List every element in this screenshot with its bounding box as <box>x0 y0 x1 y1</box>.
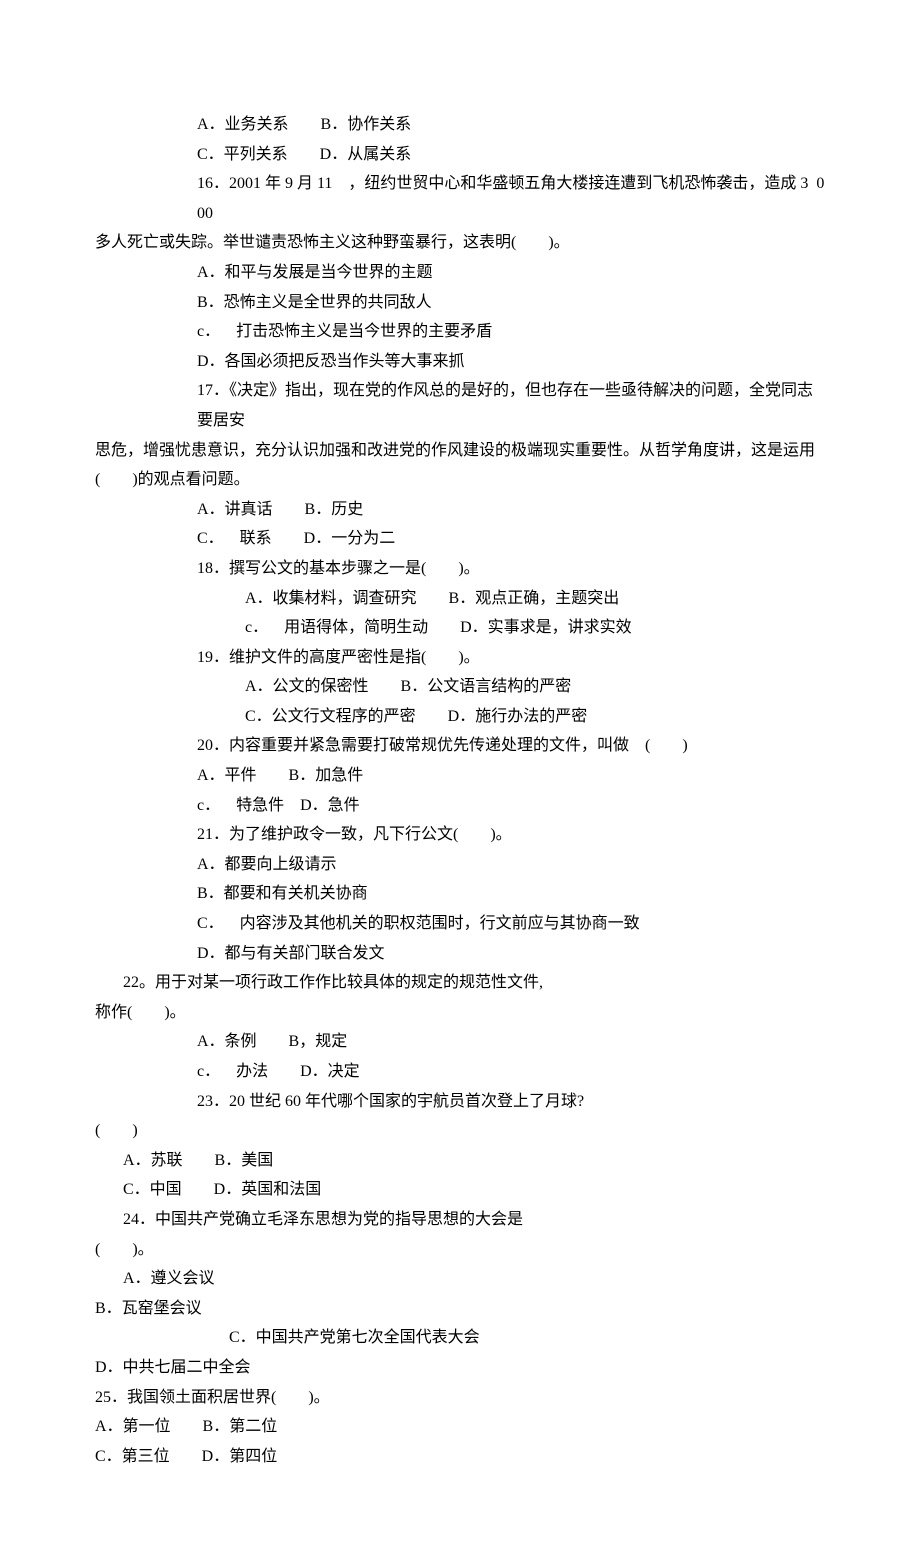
text-line: c． 特急件 D．急件 <box>95 791 825 821</box>
text-line: 23．20 世纪 60 年代哪个国家的宇航员首次登上了月球? <box>95 1087 825 1117</box>
text-line: ( )的观点看问题。 <box>95 465 825 495</box>
text-line: 24．中国共产党确立毛泽东思想为党的指导思想的大会是 <box>95 1205 825 1235</box>
text-line: D．都与有关部门联合发文 <box>95 939 825 969</box>
text-line: A．条例 B，规定 <box>95 1027 825 1057</box>
text-line: A．公文的保密性 B．公文语言结构的严密 <box>95 672 825 702</box>
text-line: A．平件 B．加急件 <box>95 761 825 791</box>
text-line: B．恐怖主义是全世界的共同敌人 <box>95 288 825 318</box>
text-line: 20．内容重要并紧急需要打破常规优先传递处理的文件，叫做 ( ) <box>95 731 825 761</box>
text-line: c． 用语得体，简明生动 D．实事求是，讲求实效 <box>95 613 825 643</box>
text-line: 18．撰写公文的基本步骤之一是( )。 <box>95 554 825 584</box>
text-line: c． 办法 D．决定 <box>95 1057 825 1087</box>
text-line: 22。用于对某一项行政工作作比较具体的规定的规范性文件, <box>95 968 825 998</box>
text-line: C．中国 D．英国和法国 <box>95 1175 825 1205</box>
text-line: A．苏联 B．美国 <box>95 1146 825 1176</box>
text-line: 17．《决定》指出，现在党的作风总的是好的，但也存在一些亟待解决的问题，全党同志… <box>95 376 825 435</box>
text-line: A．第一位 B．第二位 <box>95 1412 825 1442</box>
text-line: ( )。 <box>95 1235 825 1265</box>
text-line: D．中共七届二中全会 <box>95 1353 825 1383</box>
text-line: ( ) <box>95 1116 825 1146</box>
text-line: A．讲真话 B．历史 <box>95 495 825 525</box>
text-line: D．各国必须把反恐当作头等大事来抓 <box>95 347 825 377</box>
text-line: C．中国共产党第七次全国代表大会 <box>95 1323 825 1353</box>
text-line: 21．为了维护政令一致，凡下行公文( )。 <box>95 820 825 850</box>
text-line: 多人死亡或失踪。举世谴责恐怖主义这种野蛮暴行，这表明( )。 <box>95 228 825 258</box>
text-line: c． 打击恐怖主义是当今世界的主要矛盾 <box>95 317 825 347</box>
document-page: A．业务关系 B．协作关系C．平列关系 D．从属关系16．2001 年 9 月 … <box>0 0 920 1551</box>
text-line: A．收集材料，调查研究 B．观点正确，主题突出 <box>95 584 825 614</box>
text-line: C．第三位 D．第四位 <box>95 1442 825 1472</box>
text-line: 19．维护文件的高度严密性是指( )。 <box>95 643 825 673</box>
text-line: 16．2001 年 9 月 11 ，纽约世贸中心和华盛顿五角大楼接连遭到飞机恐怖… <box>95 169 825 228</box>
text-line: C．公文行文程序的严密 D．施行办法的严密 <box>95 702 825 732</box>
text-line: A．遵义会议 <box>95 1264 825 1294</box>
text-line: C．平列关系 D．从属关系 <box>95 140 825 170</box>
text-line: 25．我国领土面积居世界( )。 <box>95 1383 825 1413</box>
text-line: A．和平与发展是当今世界的主题 <box>95 258 825 288</box>
text-line: B．都要和有关机关协商 <box>95 879 825 909</box>
text-line: B．瓦窑堡会议 <box>95 1294 825 1324</box>
text-line: C． 内容涉及其他机关的职权范围时，行文前应与其协商一致 <box>95 909 825 939</box>
text-line: A．业务关系 B．协作关系 <box>95 110 825 140</box>
text-line: 称作( )。 <box>95 998 825 1028</box>
text-line: C． 联系 D．一分为二 <box>95 524 825 554</box>
text-line: A．都要向上级请示 <box>95 850 825 880</box>
text-line: 思危，增强忧患意识，充分认识加强和改进党的作风建设的极端现实重要性。从哲学角度讲… <box>95 436 825 466</box>
